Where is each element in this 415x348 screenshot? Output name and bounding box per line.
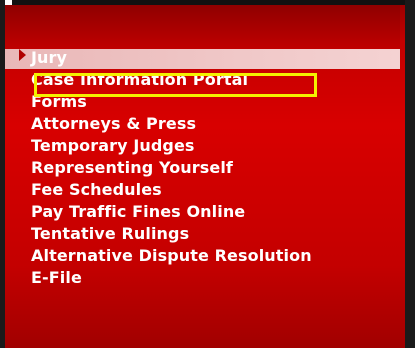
menu-link-fee-schedules[interactable]: Fee Schedules [31,180,162,199]
menu-link-alternative-dispute-resolution[interactable]: Alternative Dispute Resolution [31,246,312,265]
menu-link-attorneys-press[interactable]: Attorneys & Press [31,114,196,133]
menu-item-case-information-portal[interactable]: Case Information Portal [31,69,312,91]
menu-item-representing-yourself[interactable]: Representing Yourself [31,157,312,179]
menu-item-temporary-judges[interactable]: Temporary Judges [31,135,312,157]
menu-link-forms[interactable]: Forms [31,92,87,111]
menu-item-tentative-rulings[interactable]: Tentative Rulings [31,223,312,245]
menu-link-case-information-portal[interactable]: Case Information Portal [31,70,248,89]
screenshot-frame: Jury Case Information Portal Forms Attor… [0,0,415,348]
menu-header-band [5,5,400,49]
right-triangle-icon [19,49,26,61]
menu-link-pay-traffic-fines-online[interactable]: Pay Traffic Fines Online [31,202,245,221]
menu-item-forms[interactable]: Forms [31,91,312,113]
menu-item-alternative-dispute-resolution[interactable]: Alternative Dispute Resolution [31,245,312,267]
menu-item-pay-traffic-fines-online[interactable]: Pay Traffic Fines Online [31,201,312,223]
menu-link-temporary-judges[interactable]: Temporary Judges [31,136,195,155]
menu-link-e-file[interactable]: E-File [31,268,82,287]
menu-link-representing-yourself[interactable]: Representing Yourself [31,158,233,177]
menu-link-tentative-rulings[interactable]: Tentative Rulings [31,224,189,243]
menu-item-attorneys-press[interactable]: Attorneys & Press [31,113,312,135]
menu-link-jury[interactable]: Jury [31,48,67,67]
right-border [405,0,415,348]
menu-item-fee-schedules[interactable]: Fee Schedules [31,179,312,201]
menu-item-jury[interactable]: Jury [31,47,312,69]
menu-item-e-file[interactable]: E-File [31,267,312,289]
menu-list: Jury Case Information Portal Forms Attor… [31,47,312,289]
